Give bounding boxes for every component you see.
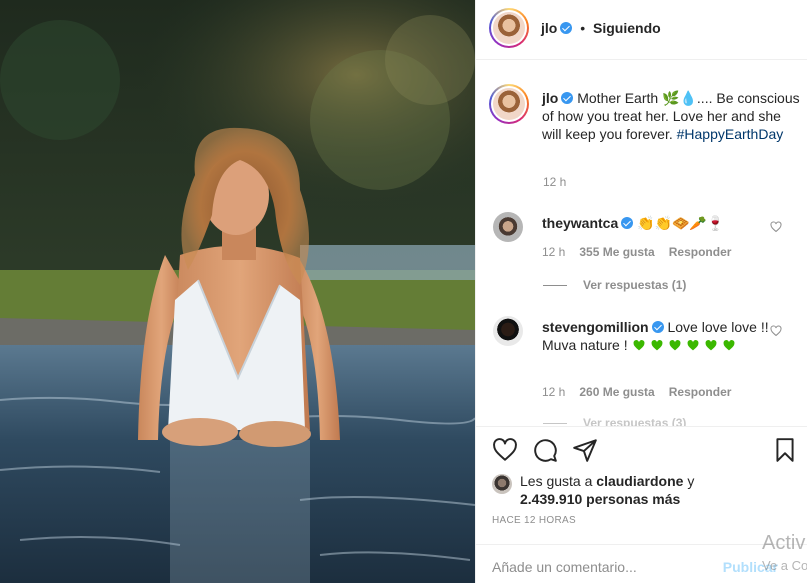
activation-watermark: Activ [762, 532, 806, 554]
green-heart-icon [669, 340, 680, 351]
caption-hashtag[interactable]: #HappyEarthDay [677, 126, 784, 142]
separator-dot: • [580, 20, 586, 36]
header-line: jlo • Siguiendo [541, 20, 661, 36]
post-panel: jlo • Siguiendo jlo Mother Earth 🌿💧.... … [475, 0, 807, 583]
green-heart-icon [705, 340, 716, 351]
instagram-post-view: jlo • Siguiendo jlo Mother Earth 🌿💧.... … [0, 0, 807, 583]
comment-body: 👏👏🧇🥕🍷 [637, 215, 725, 231]
caption-text: jlo Mother Earth 🌿💧.... Be conscious of … [542, 89, 804, 143]
add-comment-bar: Añade un comentario... Publicar [476, 544, 807, 583]
commenter-avatar[interactable] [493, 212, 523, 242]
comment-meta: 12 h 355 Me gusta Responder [542, 245, 745, 259]
comment-likes[interactable]: 260 Me gusta [579, 385, 654, 399]
replies-line [543, 285, 567, 287]
green-heart-icon [651, 340, 662, 351]
comment-like-icon[interactable] [770, 221, 782, 233]
post-photo[interactable] [0, 0, 475, 583]
comment-time[interactable]: 12 h [542, 385, 565, 399]
post-time-ago[interactable]: HACE 12 HORAS [492, 515, 576, 526]
likes-text: Les gusta a claudiardone y 2.439.910 per… [520, 472, 790, 508]
caption-avatar[interactable] [489, 84, 529, 124]
view-replies-label: Ver respuestas (3) [583, 416, 687, 426]
comment-meta: 12 h 260 Me gusta Responder [542, 385, 745, 399]
comment-text: stevengomillion Love love love !! Muva n… [542, 318, 782, 354]
comment-input[interactable]: Añade un comentario... [492, 559, 637, 575]
share-icon[interactable] [572, 437, 598, 463]
comments-list[interactable]: jlo Mother Earth 🌿💧.... Be conscious of … [476, 64, 807, 426]
view-replies[interactable]: Ver respuestas (3) [543, 416, 686, 426]
green-heart-icon [633, 340, 644, 351]
comment-like-icon[interactable] [770, 325, 782, 337]
commenter-username[interactable]: stevengomillion [542, 319, 649, 335]
following-button[interactable]: Siguiendo [593, 20, 661, 36]
replies-line [543, 423, 567, 425]
view-replies-label: Ver respuestas (1) [583, 278, 687, 292]
liker-username[interactable]: claudiardone [596, 473, 683, 489]
comment-likes[interactable]: 355 Me gusta [579, 245, 654, 259]
commenter-username[interactable]: theywantca [542, 215, 618, 231]
green-heart-icon [687, 340, 698, 351]
green-hearts [632, 337, 740, 353]
reply-button[interactable]: Responder [669, 245, 732, 259]
caption-username[interactable]: jlo [542, 90, 558, 106]
reply-button[interactable]: Responder [669, 385, 732, 399]
post-actions: Les gusta a claudiardone y 2.439.910 per… [476, 426, 807, 583]
author-username[interactable]: jlo [541, 20, 557, 36]
comment-icon[interactable] [532, 437, 558, 463]
bookmark-icon[interactable] [772, 437, 798, 463]
author-avatar[interactable] [489, 8, 529, 48]
comment-time[interactable]: 12 h [542, 245, 565, 259]
comment-text: theywantca 👏👏🧇🥕🍷 [542, 214, 782, 232]
verified-icon [561, 92, 574, 104]
likes-prefix: Les gusta a [520, 473, 593, 489]
post-header: jlo • Siguiendo [476, 0, 807, 60]
activation-watermark-sub: Ve a Co [762, 558, 807, 573]
likes-conjunction: y [687, 473, 695, 489]
heart-icon[interactable] [492, 437, 518, 463]
likes-count[interactable]: 2.439.910 personas más [520, 491, 680, 507]
verified-icon [560, 22, 573, 34]
green-heart-icon [723, 340, 734, 351]
verified-icon [651, 321, 664, 333]
commenter-avatar[interactable] [493, 316, 523, 346]
liker-avatar[interactable] [492, 474, 512, 494]
photo-image [0, 0, 475, 583]
caption-time[interactable]: 12 h [543, 175, 566, 189]
view-replies[interactable]: Ver respuestas (1) [543, 278, 686, 292]
verified-icon [621, 217, 634, 229]
